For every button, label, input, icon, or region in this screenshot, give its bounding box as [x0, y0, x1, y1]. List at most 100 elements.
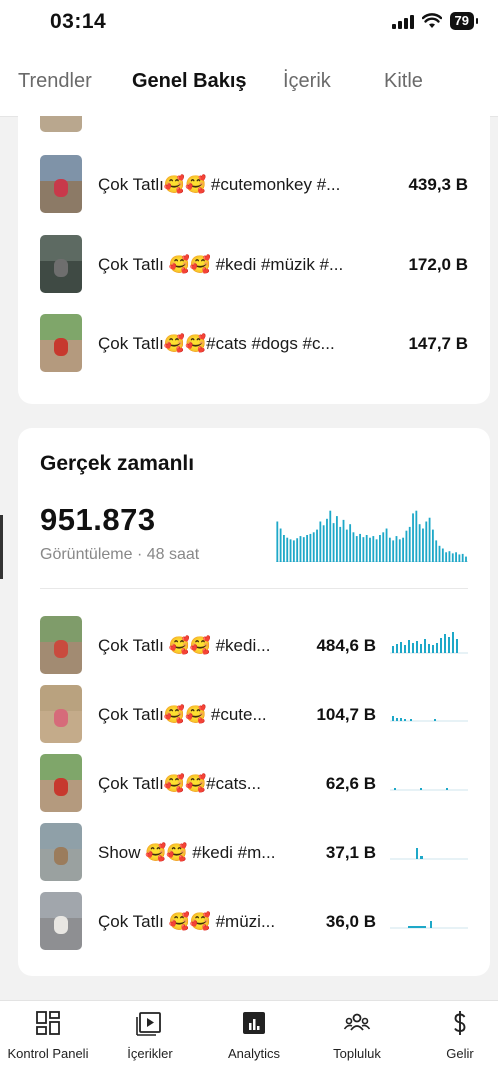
video-thumbnail: [40, 155, 82, 213]
video-sparkline: [390, 788, 468, 791]
video-title: Çok Tatlı 🥰🥰 #kedi...: [98, 636, 271, 655]
chart-bar: [292, 540, 295, 562]
status-icons: 79: [391, 12, 479, 30]
chart-bar: [431, 529, 434, 562]
chart-bar: [438, 545, 441, 562]
chart-bar: [385, 528, 388, 562]
video-views: 104,7 B: [316, 705, 376, 724]
realtime-views-chart: [276, 510, 468, 562]
video-views: 484,6 B: [316, 636, 376, 655]
chart-bar: [465, 556, 467, 562]
divider: [40, 588, 468, 589]
tab-kitle[interactable]: Kitle: [384, 70, 423, 93]
video-title: Çok Tatlı 🥰🥰 #kedi #müzik #...: [98, 255, 344, 274]
video-title: Show 🥰🥰 #kedi #m...: [98, 843, 276, 862]
nav-label: Kontrol Paneli: [7, 1046, 89, 1061]
chart-bar: [319, 521, 322, 562]
chart-bar: [435, 540, 438, 562]
chart-bar: [418, 524, 421, 562]
video-title: Çok Tatlı🥰🥰#cats...: [98, 774, 261, 793]
video-sparkline: [390, 848, 468, 860]
chart-bar: [329, 510, 332, 562]
chart-bar: [362, 537, 365, 562]
video-thumbnail: [40, 235, 82, 293]
video-views: 147,7 B: [408, 334, 468, 353]
chart-bar: [326, 518, 328, 562]
video-thumbnail: [40, 314, 82, 372]
chart-bar: [365, 535, 368, 562]
video-title: Çok Tatlı🥰🥰#cats #dogs #c...: [98, 334, 335, 353]
video-sparkline: [390, 921, 468, 929]
chart-bar: [359, 533, 361, 562]
chart-bar: [382, 532, 385, 562]
chart-bar: [425, 521, 428, 562]
chart-bar: [448, 551, 451, 562]
community-icon: [343, 1013, 371, 1031]
chart-bar: [441, 548, 444, 562]
chart-bar: [405, 530, 408, 562]
chart-bar: [342, 519, 345, 562]
video-thumbnail: [40, 892, 82, 950]
chart-bar: [302, 537, 305, 562]
tab-icerik[interactable]: İçerik: [283, 70, 331, 93]
realtime-total-views: 951.873: [40, 502, 156, 537]
nav-topluluk[interactable]: Topluluk: [307, 1009, 407, 1061]
chart-bar: [372, 536, 375, 562]
dashboard-icon: [36, 1011, 60, 1035]
realtime-subtitle: Görüntüleme · 48 saat: [40, 546, 200, 563]
chart-bar: [451, 553, 454, 562]
nav-icerikler[interactable]: İçerikler: [100, 1009, 200, 1061]
nav-gelir[interactable]: Gelir: [410, 1009, 498, 1061]
video-thumbnail[interactable]: [40, 116, 82, 132]
chart-bar: [412, 513, 414, 562]
video-thumbnail: [40, 823, 82, 881]
chart-bar: [322, 525, 325, 562]
bottom-navigation: Kontrol Paneli İçerikler Analytics Toplu…: [0, 1000, 498, 1081]
chart-bar: [345, 529, 348, 562]
chart-bar: [339, 526, 342, 562]
video-title: Çok Tatlı 🥰🥰 #müzi...: [98, 912, 276, 931]
chart-bar: [355, 536, 358, 562]
video-sparkline: [390, 716, 468, 722]
chart-bar: [375, 539, 378, 562]
chart-bar: [309, 533, 312, 562]
chart-bar: [316, 529, 318, 562]
realtime-card: Gerçek zamanlı 951.873 Görüntüleme · 48 …: [18, 428, 490, 976]
chart-bar: [352, 532, 355, 562]
chart-bar: [279, 528, 282, 562]
nav-kontrol-paneli[interactable]: Kontrol Paneli: [0, 1009, 98, 1061]
status-bar: 03:14 79: [0, 0, 498, 48]
chart-bar: [445, 552, 448, 562]
video-title: Çok Tatlı🥰🥰 #cute...: [98, 705, 267, 724]
tab-trendler[interactable]: Trendler: [18, 70, 92, 93]
chart-bar: [392, 540, 395, 562]
chart-bar: [379, 535, 381, 562]
chart-bar: [332, 523, 335, 562]
video-views: 62,6 B: [325, 774, 376, 793]
video-views: 439,3 B: [408, 175, 468, 194]
chart-bar: [428, 517, 431, 562]
chart-bar: [422, 528, 424, 562]
nav-label: İçerikler: [127, 1046, 173, 1061]
chart-bar: [312, 532, 315, 562]
video-sparkline: [390, 632, 468, 654]
video-thumbnail: [40, 616, 82, 674]
chart-bar: [455, 552, 457, 562]
chart-bar: [395, 536, 398, 562]
chart-bar: [349, 524, 352, 562]
chart-bar: [296, 538, 299, 562]
nav-analytics[interactable]: Analytics: [204, 1009, 304, 1061]
top-videos-card: Çok Tatlı🥰🥰 #cutemonkey #... 439,3 B Çok…: [18, 100, 490, 404]
video-views: 36,0 B: [325, 912, 376, 931]
nav-label: Gelir: [446, 1046, 474, 1061]
chart-bar: [286, 537, 289, 562]
chart-bar: [283, 535, 285, 562]
chart-bar: [461, 553, 464, 562]
chart-bar: [369, 537, 371, 562]
dollar-icon: [454, 1011, 466, 1035]
chart-bar: [415, 510, 418, 562]
chart-bar: [299, 536, 302, 562]
chart-bar: [335, 516, 338, 562]
status-time: 03:14: [50, 10, 107, 33]
tab-genel-bakis[interactable]: Genel Bakış: [132, 70, 247, 93]
